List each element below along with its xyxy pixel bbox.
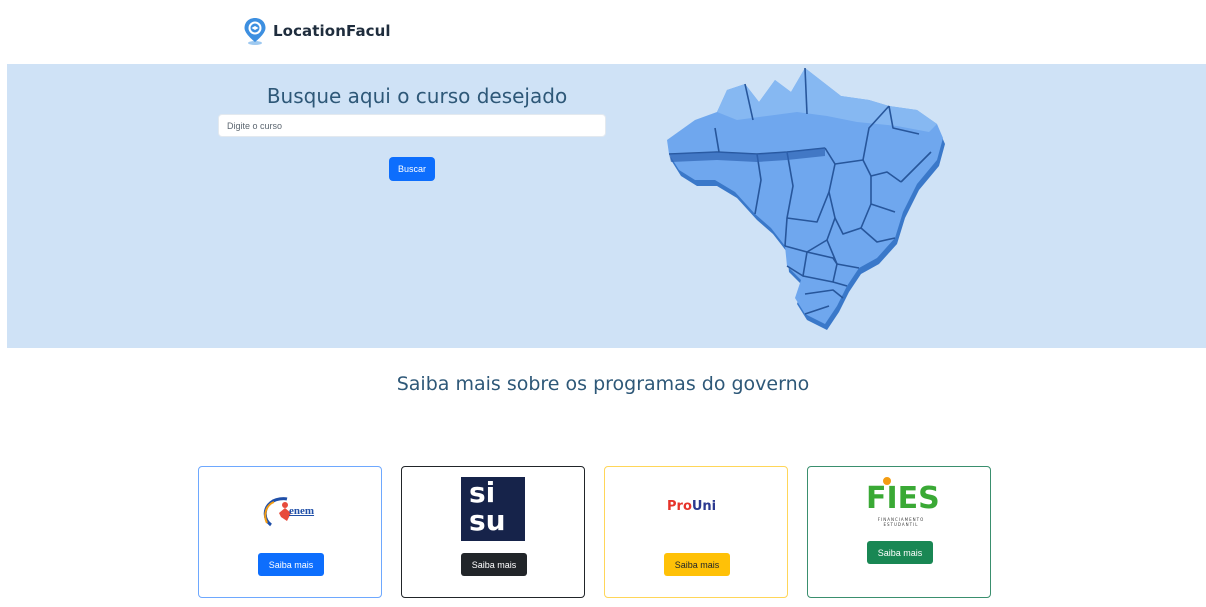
prouni-logo-text-a: Pro xyxy=(667,499,692,514)
program-card-sisu: si su Saiba mais xyxy=(401,466,585,598)
fies-logo: FIES FINANCIAMENTO ESTUDANTIL xyxy=(866,475,940,535)
location-pin-icon xyxy=(244,18,266,45)
enem-logo: enem xyxy=(261,493,323,531)
prouni-saiba-mais-button[interactable]: Saiba mais xyxy=(664,553,730,576)
prouni-logo-text-b: Uni xyxy=(691,499,717,514)
sisu-logo-line1: si xyxy=(469,476,496,509)
course-search-input[interactable] xyxy=(218,114,606,137)
enem-saiba-mais-button[interactable]: Saiba mais xyxy=(258,553,324,576)
brand-link[interactable]: LocationFacul xyxy=(243,17,391,45)
programs-section-title: Saiba mais sobre os programas do governo xyxy=(396,373,810,395)
hero-section: Busque aqui o curso desejado Buscar xyxy=(7,64,1206,348)
fies-saiba-mais-button[interactable]: Saiba mais xyxy=(867,541,933,564)
brazil-map-image xyxy=(667,68,945,330)
sisu-logo: si su xyxy=(461,477,525,541)
brand-name: LocationFacul xyxy=(273,22,391,40)
fies-logo-text: FIES xyxy=(866,481,940,516)
search-button[interactable]: Buscar xyxy=(389,157,435,181)
enem-logo-text: enem xyxy=(289,505,315,517)
navbar: LocationFacul xyxy=(0,0,1206,64)
sisu-logo-line2: su xyxy=(469,504,506,537)
program-card-fies: FIES FINANCIAMENTO ESTUDANTIL Saiba mais xyxy=(807,466,991,598)
prouni-logo: ProUni xyxy=(667,499,727,519)
sisu-saiba-mais-button[interactable]: Saiba mais xyxy=(461,553,527,576)
program-card-prouni: ProUni Saiba mais xyxy=(604,466,788,598)
program-card-enem: enem Saiba mais xyxy=(198,466,382,598)
fies-logo-subtitle: FINANCIAMENTO ESTUDANTIL xyxy=(877,517,925,527)
hero-title: Busque aqui o curso desejado xyxy=(266,84,568,108)
